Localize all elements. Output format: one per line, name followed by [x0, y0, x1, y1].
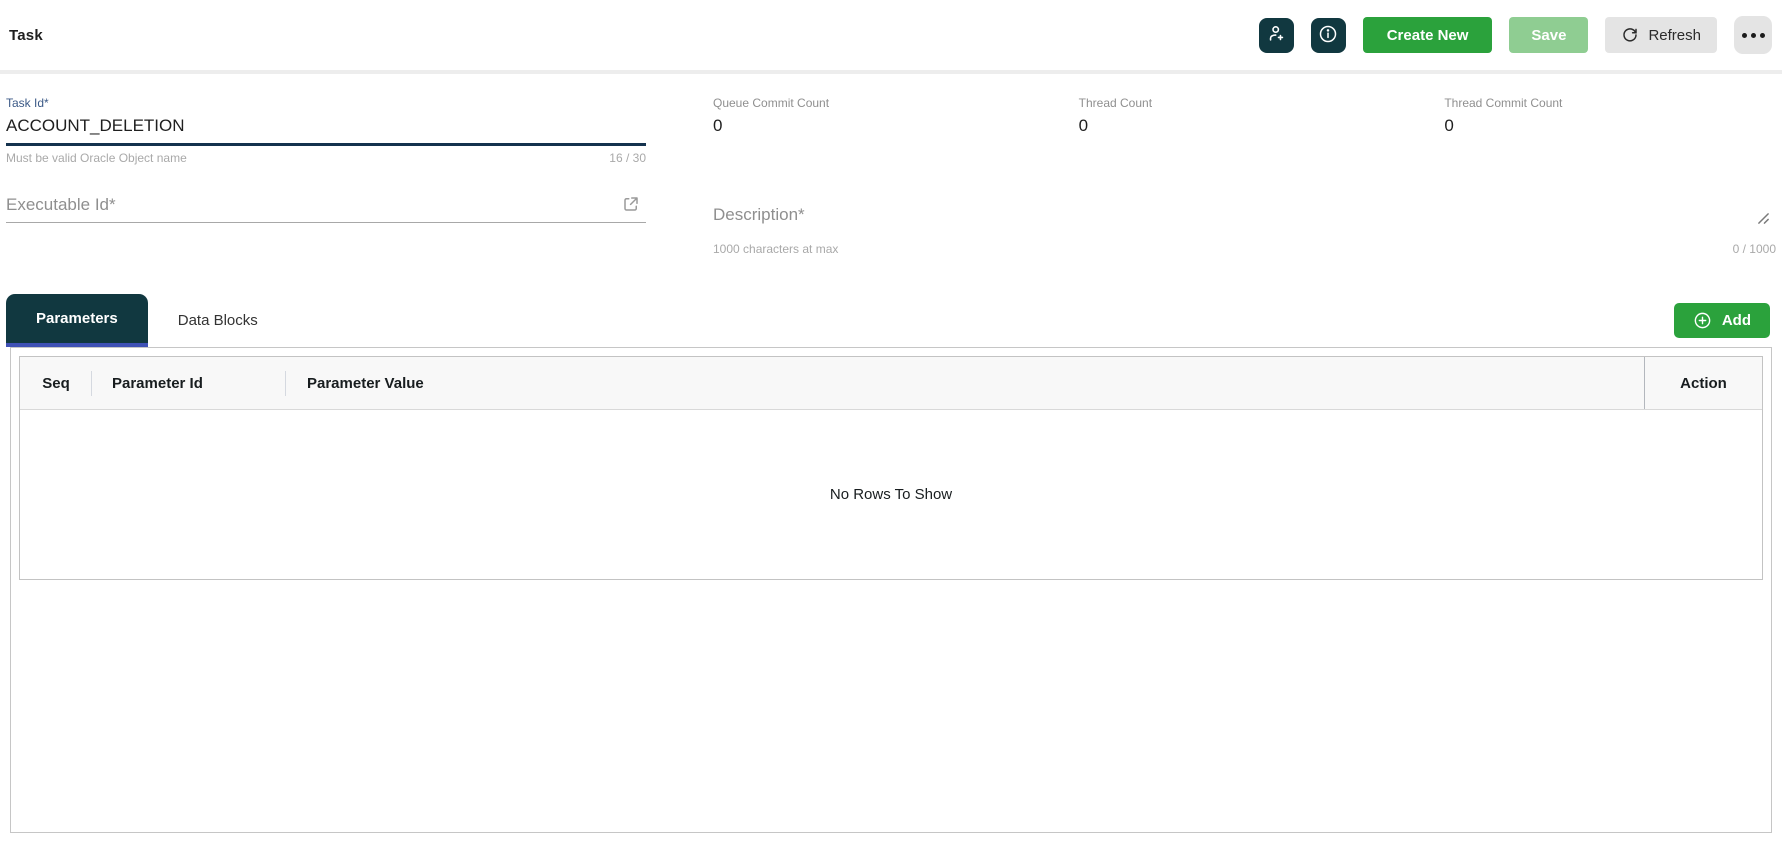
- refresh-button[interactable]: Refresh: [1605, 17, 1717, 53]
- task-id-field: Task Id* Must be valid Oracle Object nam…: [6, 96, 646, 165]
- thread-count-label: Thread Count: [1079, 96, 1411, 110]
- tab-data-blocks-label: Data Blocks: [178, 312, 258, 329]
- parameters-grid: Seq Parameter Id Parameter Value Action …: [19, 356, 1763, 580]
- page-title: Task: [9, 27, 43, 44]
- task-id-helper: Must be valid Oracle Object name: [6, 151, 187, 165]
- save-label: Save: [1531, 27, 1566, 44]
- count-fields: Queue Commit Count Thread Count Thread C…: [713, 96, 1776, 165]
- tab-parameters-label: Parameters: [36, 310, 118, 327]
- plus-circle-icon: [1693, 311, 1712, 330]
- header-actions: Create New Save Refresh: [1259, 16, 1772, 54]
- executable-id-field: [6, 191, 646, 256]
- description-field: 1000 characters at max 0 / 1000: [713, 191, 1776, 256]
- task-page: Task: [0, 0, 1782, 867]
- grid-empty-state: No Rows To Show: [20, 410, 1762, 579]
- no-rows-message: No Rows To Show: [830, 486, 952, 503]
- column-header-parameter-id[interactable]: Parameter Id: [92, 357, 286, 409]
- tab-data-blocks[interactable]: Data Blocks: [148, 294, 288, 347]
- external-link-icon: [622, 201, 640, 216]
- queue-commit-count-input[interactable]: [713, 112, 1045, 143]
- tab-bar: Parameters Data Blocks Add: [0, 294, 1782, 347]
- task-id-counter: 16 / 30: [609, 151, 646, 165]
- add-button-label: Add: [1722, 312, 1751, 329]
- ellipsis-icon: [1742, 33, 1747, 38]
- thread-commit-count-input[interactable]: [1444, 112, 1776, 143]
- create-new-label: Create New: [1387, 27, 1469, 44]
- add-parameter-button[interactable]: Add: [1674, 303, 1770, 338]
- column-header-seq[interactable]: Seq: [20, 357, 92, 409]
- thread-commit-count-field: Thread Commit Count: [1444, 96, 1776, 165]
- thread-count-input[interactable]: [1079, 112, 1411, 143]
- refresh-icon: [1621, 26, 1639, 44]
- task-id-input[interactable]: [6, 112, 646, 146]
- info-icon: [1318, 24, 1338, 47]
- save-button[interactable]: Save: [1509, 17, 1588, 53]
- info-button[interactable]: [1311, 18, 1346, 53]
- more-options-button[interactable]: [1734, 16, 1772, 54]
- description-helper: 1000 characters at max: [713, 242, 838, 256]
- person-plus-icon: [1267, 24, 1286, 46]
- assign-user-button[interactable]: [1259, 18, 1294, 53]
- description-input[interactable]: [713, 191, 1776, 237]
- grid-header-row: Seq Parameter Id Parameter Value Action: [20, 357, 1762, 410]
- column-header-parameter-value[interactable]: Parameter Value: [286, 357, 1644, 409]
- task-form: Task Id* Must be valid Oracle Object nam…: [0, 74, 1782, 256]
- task-id-label: Task Id*: [6, 96, 646, 110]
- page-header: Task: [0, 0, 1782, 74]
- tab-parameters[interactable]: Parameters: [6, 294, 148, 347]
- queue-commit-count-field: Queue Commit Count: [713, 96, 1045, 165]
- create-new-button[interactable]: Create New: [1363, 17, 1493, 53]
- executable-id-input[interactable]: [6, 191, 616, 222]
- thread-count-field: Thread Count: [1079, 96, 1411, 165]
- thread-commit-count-label: Thread Commit Count: [1444, 96, 1776, 110]
- tab-content-panel: Seq Parameter Id Parameter Value Action …: [10, 347, 1772, 833]
- description-counter: 0 / 1000: [1733, 242, 1776, 256]
- refresh-label: Refresh: [1648, 27, 1701, 44]
- column-header-action[interactable]: Action: [1644, 357, 1762, 409]
- queue-commit-count-label: Queue Commit Count: [713, 96, 1045, 110]
- executable-lookup-button[interactable]: [616, 195, 646, 222]
